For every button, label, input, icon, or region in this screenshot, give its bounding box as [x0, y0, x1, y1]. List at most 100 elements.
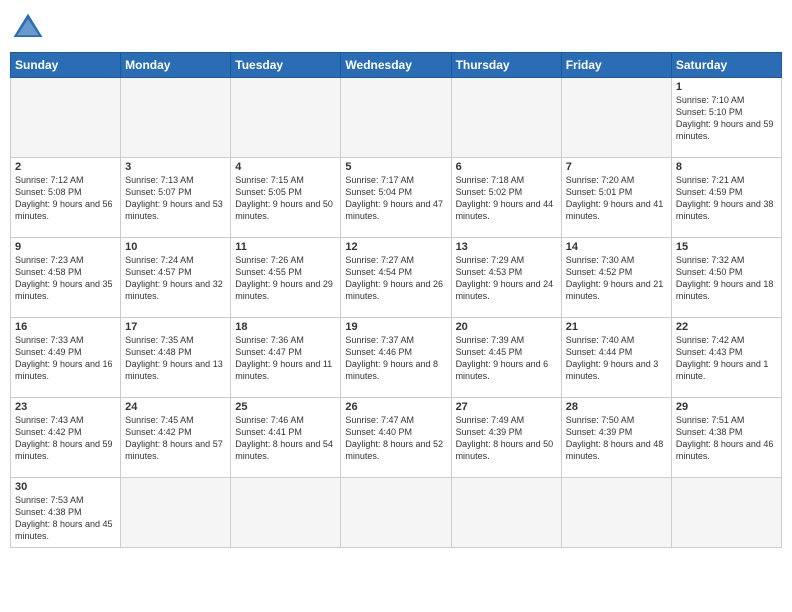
day-info: Sunrise: 7:29 AM Sunset: 4:53 PM Dayligh… — [456, 254, 557, 303]
calendar-cell: 11Sunrise: 7:26 AM Sunset: 4:55 PM Dayli… — [231, 238, 341, 318]
weekday-header-tuesday: Tuesday — [231, 53, 341, 78]
calendar-cell: 13Sunrise: 7:29 AM Sunset: 4:53 PM Dayli… — [451, 238, 561, 318]
calendar-cell: 10Sunrise: 7:24 AM Sunset: 4:57 PM Dayli… — [121, 238, 231, 318]
calendar-cell: 23Sunrise: 7:43 AM Sunset: 4:42 PM Dayli… — [11, 398, 121, 478]
weekday-header-row: SundayMondayTuesdayWednesdayThursdayFrid… — [11, 53, 782, 78]
weekday-header-sunday: Sunday — [11, 53, 121, 78]
calendar-cell: 24Sunrise: 7:45 AM Sunset: 4:42 PM Dayli… — [121, 398, 231, 478]
calendar-cell — [231, 478, 341, 548]
day-number: 17 — [125, 321, 226, 333]
day-number: 22 — [676, 321, 777, 333]
day-number: 23 — [15, 401, 116, 413]
day-number: 21 — [566, 321, 667, 333]
day-number: 4 — [235, 161, 336, 173]
calendar-week-row: 9Sunrise: 7:23 AM Sunset: 4:58 PM Daylig… — [11, 238, 782, 318]
weekday-header-wednesday: Wednesday — [341, 53, 451, 78]
day-number: 16 — [15, 321, 116, 333]
day-info: Sunrise: 7:53 AM Sunset: 4:38 PM Dayligh… — [15, 494, 116, 543]
day-info: Sunrise: 7:15 AM Sunset: 5:05 PM Dayligh… — [235, 174, 336, 223]
day-info: Sunrise: 7:50 AM Sunset: 4:39 PM Dayligh… — [566, 414, 667, 463]
day-number: 18 — [235, 321, 336, 333]
day-info: Sunrise: 7:21 AM Sunset: 4:59 PM Dayligh… — [676, 174, 777, 223]
day-info: Sunrise: 7:36 AM Sunset: 4:47 PM Dayligh… — [235, 334, 336, 383]
day-number: 14 — [566, 241, 667, 253]
day-info: Sunrise: 7:40 AM Sunset: 4:44 PM Dayligh… — [566, 334, 667, 383]
calendar-cell — [341, 478, 451, 548]
day-number: 25 — [235, 401, 336, 413]
calendar: SundayMondayTuesdayWednesdayThursdayFrid… — [10, 52, 782, 548]
calendar-cell: 26Sunrise: 7:47 AM Sunset: 4:40 PM Dayli… — [341, 398, 451, 478]
day-number: 24 — [125, 401, 226, 413]
calendar-cell: 15Sunrise: 7:32 AM Sunset: 4:50 PM Dayli… — [671, 238, 781, 318]
calendar-cell: 19Sunrise: 7:37 AM Sunset: 4:46 PM Dayli… — [341, 318, 451, 398]
calendar-cell: 25Sunrise: 7:46 AM Sunset: 4:41 PM Dayli… — [231, 398, 341, 478]
calendar-cell: 14Sunrise: 7:30 AM Sunset: 4:52 PM Dayli… — [561, 238, 671, 318]
day-number: 29 — [676, 401, 777, 413]
day-number: 26 — [345, 401, 446, 413]
calendar-cell: 4Sunrise: 7:15 AM Sunset: 5:05 PM Daylig… — [231, 158, 341, 238]
day-number: 30 — [15, 481, 116, 493]
day-number: 11 — [235, 241, 336, 253]
day-number: 1 — [676, 81, 777, 93]
calendar-cell — [341, 78, 451, 158]
day-info: Sunrise: 7:18 AM Sunset: 5:02 PM Dayligh… — [456, 174, 557, 223]
day-info: Sunrise: 7:45 AM Sunset: 4:42 PM Dayligh… — [125, 414, 226, 463]
day-info: Sunrise: 7:20 AM Sunset: 5:01 PM Dayligh… — [566, 174, 667, 223]
day-info: Sunrise: 7:24 AM Sunset: 4:57 PM Dayligh… — [125, 254, 226, 303]
calendar-cell — [561, 78, 671, 158]
calendar-cell: 18Sunrise: 7:36 AM Sunset: 4:47 PM Dayli… — [231, 318, 341, 398]
calendar-cell: 3Sunrise: 7:13 AM Sunset: 5:07 PM Daylig… — [121, 158, 231, 238]
day-number: 5 — [345, 161, 446, 173]
day-info: Sunrise: 7:12 AM Sunset: 5:08 PM Dayligh… — [15, 174, 116, 223]
day-info: Sunrise: 7:32 AM Sunset: 4:50 PM Dayligh… — [676, 254, 777, 303]
day-info: Sunrise: 7:51 AM Sunset: 4:38 PM Dayligh… — [676, 414, 777, 463]
day-info: Sunrise: 7:42 AM Sunset: 4:43 PM Dayligh… — [676, 334, 777, 383]
day-info: Sunrise: 7:13 AM Sunset: 5:07 PM Dayligh… — [125, 174, 226, 223]
day-info: Sunrise: 7:35 AM Sunset: 4:48 PM Dayligh… — [125, 334, 226, 383]
calendar-cell — [121, 78, 231, 158]
day-info: Sunrise: 7:10 AM Sunset: 5:10 PM Dayligh… — [676, 94, 777, 143]
calendar-week-row: 2Sunrise: 7:12 AM Sunset: 5:08 PM Daylig… — [11, 158, 782, 238]
logo-icon — [10, 10, 46, 46]
calendar-cell: 5Sunrise: 7:17 AM Sunset: 5:04 PM Daylig… — [341, 158, 451, 238]
calendar-week-row: 1Sunrise: 7:10 AM Sunset: 5:10 PM Daylig… — [11, 78, 782, 158]
calendar-week-row: 23Sunrise: 7:43 AM Sunset: 4:42 PM Dayli… — [11, 398, 782, 478]
day-info: Sunrise: 7:26 AM Sunset: 4:55 PM Dayligh… — [235, 254, 336, 303]
day-info: Sunrise: 7:49 AM Sunset: 4:39 PM Dayligh… — [456, 414, 557, 463]
calendar-cell — [11, 78, 121, 158]
calendar-cell — [451, 78, 561, 158]
calendar-week-row: 30Sunrise: 7:53 AM Sunset: 4:38 PM Dayli… — [11, 478, 782, 548]
calendar-cell: 12Sunrise: 7:27 AM Sunset: 4:54 PM Dayli… — [341, 238, 451, 318]
day-info: Sunrise: 7:30 AM Sunset: 4:52 PM Dayligh… — [566, 254, 667, 303]
day-info: Sunrise: 7:46 AM Sunset: 4:41 PM Dayligh… — [235, 414, 336, 463]
day-number: 19 — [345, 321, 446, 333]
calendar-week-row: 16Sunrise: 7:33 AM Sunset: 4:49 PM Dayli… — [11, 318, 782, 398]
day-info: Sunrise: 7:27 AM Sunset: 4:54 PM Dayligh… — [345, 254, 446, 303]
day-number: 8 — [676, 161, 777, 173]
calendar-cell — [671, 478, 781, 548]
weekday-header-monday: Monday — [121, 53, 231, 78]
weekday-header-thursday: Thursday — [451, 53, 561, 78]
calendar-cell: 7Sunrise: 7:20 AM Sunset: 5:01 PM Daylig… — [561, 158, 671, 238]
calendar-cell: 21Sunrise: 7:40 AM Sunset: 4:44 PM Dayli… — [561, 318, 671, 398]
header — [10, 10, 782, 46]
day-number: 20 — [456, 321, 557, 333]
calendar-cell: 2Sunrise: 7:12 AM Sunset: 5:08 PM Daylig… — [11, 158, 121, 238]
calendar-cell: 30Sunrise: 7:53 AM Sunset: 4:38 PM Dayli… — [11, 478, 121, 548]
day-info: Sunrise: 7:47 AM Sunset: 4:40 PM Dayligh… — [345, 414, 446, 463]
calendar-cell: 9Sunrise: 7:23 AM Sunset: 4:58 PM Daylig… — [11, 238, 121, 318]
logo — [10, 10, 50, 46]
day-info: Sunrise: 7:39 AM Sunset: 4:45 PM Dayligh… — [456, 334, 557, 383]
day-number: 7 — [566, 161, 667, 173]
day-info: Sunrise: 7:37 AM Sunset: 4:46 PM Dayligh… — [345, 334, 446, 383]
day-number: 2 — [15, 161, 116, 173]
calendar-cell — [121, 478, 231, 548]
weekday-header-saturday: Saturday — [671, 53, 781, 78]
calendar-cell: 28Sunrise: 7:50 AM Sunset: 4:39 PM Dayli… — [561, 398, 671, 478]
day-number: 3 — [125, 161, 226, 173]
weekday-header-friday: Friday — [561, 53, 671, 78]
calendar-cell: 1Sunrise: 7:10 AM Sunset: 5:10 PM Daylig… — [671, 78, 781, 158]
calendar-cell — [231, 78, 341, 158]
day-number: 10 — [125, 241, 226, 253]
calendar-cell — [561, 478, 671, 548]
